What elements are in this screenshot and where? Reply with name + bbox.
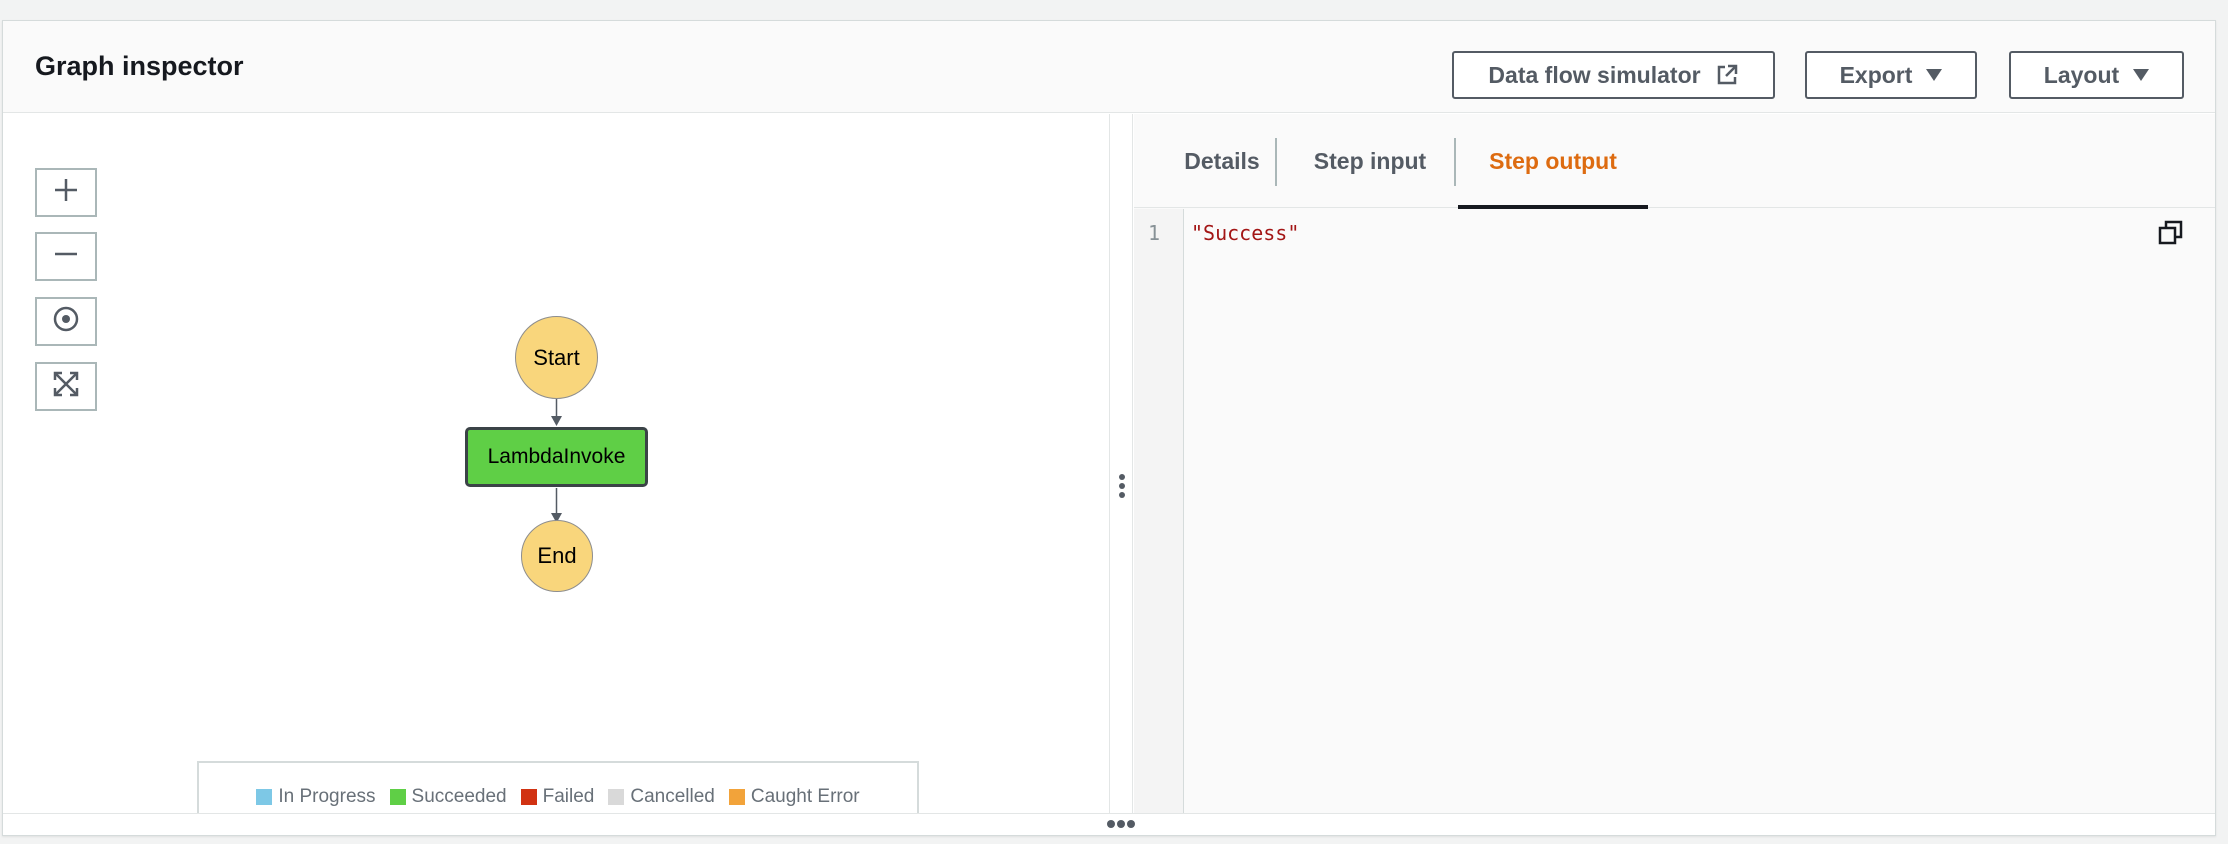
legend-label: Succeeded <box>411 785 507 807</box>
lambda-invoke-node[interactable]: LambdaInvoke <box>465 427 648 487</box>
tab-details[interactable]: Details <box>1162 114 1282 208</box>
drag-handle-icon <box>1107 820 1137 828</box>
legend-label: Failed <box>542 785 595 807</box>
step-detail-pane: Details Step input Step output 1 "Succes… <box>1134 114 2215 814</box>
legend-item-cancelled: Cancelled <box>608 786 715 808</box>
code-line[interactable]: "Success" <box>1191 221 1299 245</box>
data-flow-simulator-button[interactable]: Data flow simulator <box>1452 51 1775 99</box>
legend-item-caught-error: Caught Error <box>728 785 860 808</box>
start-node[interactable]: Start <box>515 316 598 399</box>
cancelled-swatch <box>608 788 625 805</box>
export-button[interactable]: Export <box>1805 51 1977 99</box>
tab-divider <box>1275 138 1277 186</box>
graph-inspector-panel: Graph inspector Data flow simulator Expo… <box>2 20 2216 836</box>
panel-title: Graph inspector <box>35 51 244 81</box>
succeeded-swatch <box>389 788 406 805</box>
data-flow-simulator-label: Data flow simulator <box>1488 61 1701 88</box>
end-node[interactable]: End <box>521 520 593 592</box>
legend-label: Caught Error <box>750 785 860 807</box>
legend-item-succeeded: Succeeded <box>389 785 507 808</box>
external-link-icon <box>1715 63 1739 87</box>
legend-item-failed: Failed <box>520 785 595 808</box>
legend-item-in-progress: In Progress <box>256 785 376 808</box>
copy-icon <box>2157 220 2185 251</box>
panel-header: Graph inspector Data flow simulator Expo… <box>3 21 2215 113</box>
tab-divider <box>1454 138 1456 186</box>
tab-step-output[interactable]: Step output <box>1458 114 1648 209</box>
layout-label: Layout <box>2043 61 2120 88</box>
line-number-gutter: 1 <box>1134 209 1184 814</box>
in-progress-swatch <box>256 788 273 805</box>
caught-error-swatch <box>728 788 745 805</box>
caret-down-icon <box>1926 69 1943 81</box>
pane-resize-handle[interactable] <box>1111 114 1133 814</box>
legend-label: In Progress <box>278 785 376 807</box>
failed-swatch <box>520 788 537 805</box>
tab-step-input[interactable]: Step input <box>1282 114 1458 208</box>
output-code-editor[interactable]: 1 "Success" <box>1134 209 2215 814</box>
graph-canvas[interactable]: Start LambdaInvoke End In Progress Succe… <box>3 114 1110 822</box>
legend-label: Cancelled <box>630 785 715 807</box>
caret-down-icon <box>2133 69 2150 81</box>
copy-button[interactable] <box>2157 219 2185 247</box>
drag-handle-icon <box>1118 474 1126 501</box>
layout-button[interactable]: Layout <box>2009 51 2184 99</box>
export-label: Export <box>1839 61 1913 88</box>
line-number: 1 <box>1148 221 1161 245</box>
detail-tabs: Details Step input Step output <box>1134 114 2215 209</box>
panel-resize-handle[interactable] <box>3 813 2215 835</box>
